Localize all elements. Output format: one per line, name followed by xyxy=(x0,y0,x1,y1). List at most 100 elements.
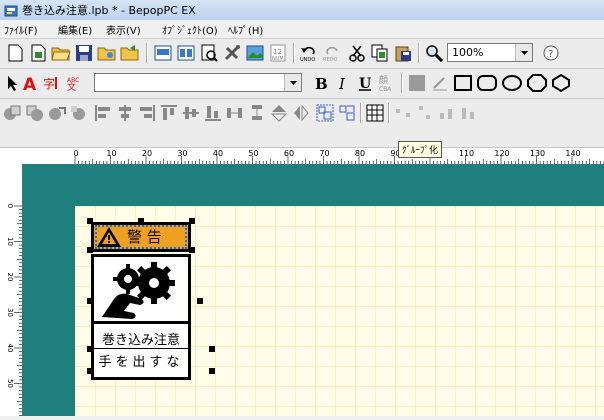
ellipse-icon xyxy=(502,75,522,91)
selection-handle[interactable] xyxy=(197,298,203,304)
align-right-button[interactable] xyxy=(136,102,158,124)
flip-h-button[interactable] xyxy=(290,102,312,124)
ellipse-tool-button[interactable] xyxy=(501,72,523,94)
help-button[interactable]: ? xyxy=(540,42,562,64)
underline-button[interactable]: U xyxy=(354,72,376,94)
tools-button[interactable] xyxy=(221,42,243,64)
zoom-button[interactable] xyxy=(423,42,445,64)
flip-v-button[interactable] xyxy=(268,102,290,124)
group-button[interactable] xyxy=(314,102,336,124)
same-height-button[interactable] xyxy=(458,102,480,124)
page-canvas[interactable]: 警 告 巻き込み注意 手を出すな xyxy=(75,206,604,416)
selection-handle[interactable] xyxy=(209,368,215,374)
menu-view[interactable]: 表示(V) xyxy=(106,22,141,37)
zoom-value: 100% xyxy=(452,46,484,59)
grid-icon xyxy=(366,104,384,122)
italic-button[interactable]: I xyxy=(332,72,354,94)
selection-handle[interactable] xyxy=(87,298,93,304)
zoom-select[interactable]: 100% xyxy=(447,43,533,62)
ruler-label: 40 xyxy=(6,344,14,353)
new-template-button[interactable] xyxy=(27,42,49,64)
align-center-icon xyxy=(119,105,131,121)
send-back-icon xyxy=(26,105,43,121)
fill-square-icon xyxy=(409,75,425,91)
char-spacing-button[interactable]: 顔 CBA xyxy=(376,72,398,94)
group-icon xyxy=(316,104,334,122)
chevron-down-icon[interactable] xyxy=(515,44,532,61)
fill-color-button[interactable] xyxy=(406,72,428,94)
bold-button[interactable]: B xyxy=(310,72,332,94)
save-button[interactable] xyxy=(73,42,95,64)
layout-button[interactable] xyxy=(175,42,197,64)
selection-handle[interactable] xyxy=(87,346,93,352)
align-center-button[interactable] xyxy=(114,102,136,124)
redo-button[interactable]: REDO xyxy=(321,42,343,64)
image-button[interactable] xyxy=(244,42,266,64)
rounded-rect-tool-button[interactable] xyxy=(476,72,498,94)
open-button[interactable] xyxy=(50,42,72,64)
menu-file[interactable]: ﾌｧｲﾙ(F) xyxy=(4,22,38,37)
text-tool-button[interactable]: A xyxy=(20,72,42,94)
distribute-v-button[interactable] xyxy=(246,102,268,124)
pictogram-area xyxy=(94,257,188,321)
octagon-tool-button[interactable] xyxy=(526,72,548,94)
window-title: 巻き込み注意.lpb * - BepopPC EX xyxy=(22,4,196,17)
rectangle-tool-button[interactable] xyxy=(452,72,474,94)
print-preview-button[interactable] xyxy=(152,42,174,64)
forward-button[interactable] xyxy=(46,102,68,124)
warning-sign-group[interactable]: 警 告 巻き込み注意 手を出すな xyxy=(87,218,215,380)
cut-button[interactable] xyxy=(346,42,368,64)
align-bottom-button[interactable] xyxy=(202,102,224,124)
open-image-button[interactable] xyxy=(96,42,118,64)
zoom-page-button[interactable] xyxy=(198,42,220,64)
abc-text-button[interactable]: ABC 文 xyxy=(64,72,86,94)
selection-handle[interactable] xyxy=(209,346,215,352)
toolbar-standard: 12 NUM UNDO REDO 100% ? xyxy=(0,39,604,69)
selection-handle[interactable] xyxy=(189,247,195,253)
backward-button[interactable] xyxy=(68,102,90,124)
paste-button[interactable] xyxy=(392,42,414,64)
undo-button[interactable]: UNDO xyxy=(298,42,320,64)
number-button[interactable]: 12 NUM xyxy=(267,42,289,64)
selection-handle[interactable] xyxy=(189,218,195,224)
back-button[interactable] xyxy=(24,102,46,124)
selection-handle[interactable] xyxy=(87,368,93,374)
selection-handle[interactable] xyxy=(87,247,93,253)
copy-button[interactable] xyxy=(369,42,391,64)
pen-icon xyxy=(433,77,447,91)
ruler-label: 30 xyxy=(177,149,187,158)
align-left-button[interactable] xyxy=(92,102,114,124)
text-selection-outline xyxy=(95,225,187,249)
align-middle-button[interactable] xyxy=(180,102,202,124)
svg-text:文: 文 xyxy=(67,81,76,92)
scissors-icon xyxy=(349,45,365,62)
space-horizontal-icon xyxy=(396,109,410,117)
pen-button[interactable] xyxy=(429,72,451,94)
menu-object[interactable]: ｵﾌﾞｼﾞｪｸﾄ(O) xyxy=(162,22,218,37)
space-v-button[interactable] xyxy=(414,102,436,124)
menu-help[interactable]: ﾍﾙﾌﾟ(H) xyxy=(228,22,263,37)
polygon-tool-button[interactable] xyxy=(550,72,572,94)
same-width-button[interactable] xyxy=(436,102,458,124)
selection-handle[interactable] xyxy=(87,218,93,224)
chevron-down-icon[interactable] xyxy=(284,74,301,91)
selection-handle[interactable] xyxy=(138,218,144,224)
canvas-workspace[interactable]: 警 告 巻き込み注意 手を出すな xyxy=(22,164,604,416)
ungroup-button[interactable] xyxy=(336,102,358,124)
front-button[interactable] xyxy=(2,102,24,124)
import-button[interactable] xyxy=(119,42,141,64)
ruler-label: 0 xyxy=(73,149,78,158)
new-file-button[interactable] xyxy=(4,42,26,64)
preview-icon xyxy=(154,45,172,61)
image-icon xyxy=(246,45,264,61)
toolbar-separator xyxy=(146,43,148,63)
menu-edit[interactable]: 編集(E) xyxy=(58,22,92,37)
align-top-button[interactable] xyxy=(158,102,180,124)
help-icon: ? xyxy=(543,45,559,61)
distribute-h-button[interactable] xyxy=(224,102,246,124)
app-icon xyxy=(4,3,18,17)
font-select[interactable] xyxy=(94,73,302,92)
vertical-text-button[interactable]: 字 xyxy=(42,72,64,94)
grid-button[interactable] xyxy=(364,102,386,124)
space-h-button[interactable] xyxy=(392,102,414,124)
